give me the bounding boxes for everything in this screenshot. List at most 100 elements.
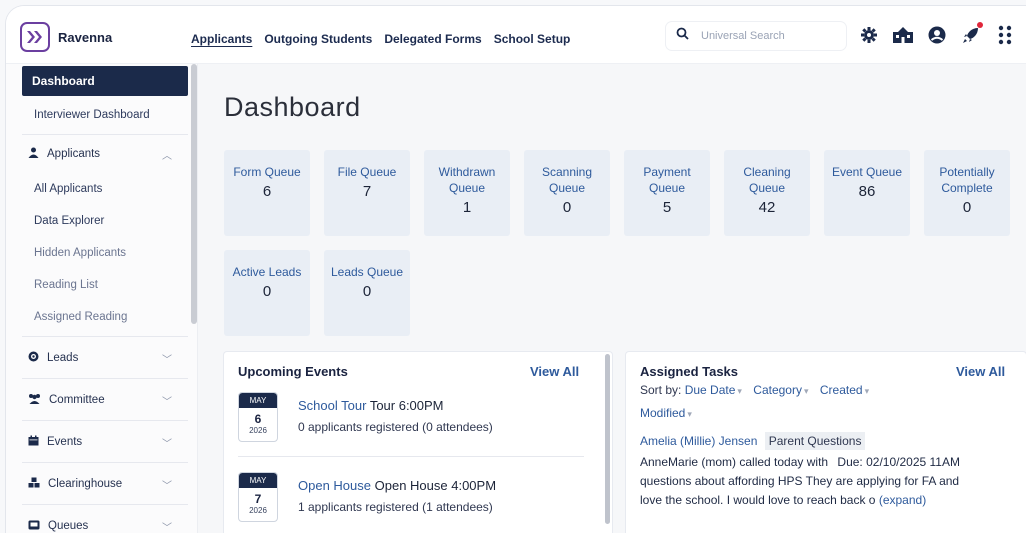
school-icon[interactable] xyxy=(892,24,914,46)
events-scrollbar[interactable] xyxy=(605,354,610,524)
sort-label: Sort by: xyxy=(640,383,682,397)
caret-down-icon: ▾ xyxy=(803,386,809,396)
sidebar: Dashboard Interviewer Dashboard Applican… xyxy=(6,64,198,533)
user-circle-icon[interactable] xyxy=(926,24,948,46)
nav-school-setup[interactable]: School Setup xyxy=(494,32,571,46)
chevron-down-icon: ﹀ xyxy=(162,354,172,366)
apps-grid-icon[interactable] xyxy=(994,24,1016,46)
event-registered: 1 applicants registered (1 attendees) xyxy=(298,500,493,514)
queue-count: 5 xyxy=(662,199,672,216)
queue-label: Event Queue xyxy=(831,165,903,179)
sidebar-item-data-explorer[interactable]: Data Explorer xyxy=(22,212,188,230)
events-view-all-link[interactable]: View All xyxy=(530,364,579,379)
sidebar-divider xyxy=(22,504,188,505)
task-body: AnneMarie (mom) called today with Due: 0… xyxy=(640,453,1012,510)
brand[interactable]: Ravenna xyxy=(20,22,112,52)
gear-icon[interactable] xyxy=(858,24,880,46)
sidebar-divider xyxy=(22,378,188,379)
queue-card-file[interactable]: File Queue 7 xyxy=(324,150,410,236)
nav-delegated-forms[interactable]: Delegated Forms xyxy=(384,32,481,46)
sidebar-group-label: Committee xyxy=(49,394,105,406)
queue-label: Scanning Queue xyxy=(541,165,593,195)
notification-dot xyxy=(977,22,983,28)
sidebar-item-hidden-applicants[interactable]: Hidden Applicants xyxy=(22,244,188,262)
toolbar-icons xyxy=(858,22,1016,46)
queue-label: Leads Queue xyxy=(330,265,404,279)
calendar-icon xyxy=(28,435,39,449)
sidebar-group-leads[interactable]: Leads ﹀ xyxy=(22,348,188,368)
sidebar-item-reading-list[interactable]: Reading List xyxy=(22,276,188,294)
sidebar-group-label: Events xyxy=(47,436,83,448)
tasks-view-all-link[interactable]: View All xyxy=(956,364,1005,379)
chevron-down-icon: ﹀ xyxy=(162,396,172,408)
sidebar-item-assigned-reading[interactable]: Assigned Reading xyxy=(22,308,188,326)
event-date-badge: MAY 7 2026 xyxy=(238,472,278,522)
queue-label: Payment Queue xyxy=(643,165,691,195)
queue-card-event[interactable]: Event Queue 86 xyxy=(824,150,910,236)
queue-card-active-leads[interactable]: Active Leads 0 xyxy=(224,250,310,336)
brand-name: Ravenna xyxy=(58,29,113,45)
sidebar-scrollbar[interactable] xyxy=(191,64,197,324)
sidebar-group-queues[interactable]: Queues ﹀ xyxy=(22,516,188,533)
task-category-tag: Parent Questions xyxy=(764,432,866,450)
sort-due-date[interactable]: Due Date xyxy=(685,383,736,397)
universal-search[interactable] xyxy=(666,22,846,50)
event-name-link[interactable]: School Tour xyxy=(298,398,366,413)
inbox-icon xyxy=(28,520,40,533)
queue-card-payment[interactable]: Payment Queue 5 xyxy=(624,150,710,236)
panel-title: Upcoming Events xyxy=(238,364,348,379)
task-line-2: questions about affording HPS They are a… xyxy=(640,474,960,488)
sidebar-item-dashboard[interactable]: Dashboard xyxy=(22,66,188,96)
assigned-tasks-panel: Assigned Tasks View All Sort by: Due Dat… xyxy=(626,352,1026,533)
search-input[interactable] xyxy=(701,30,821,42)
sort-controls-row-2: Modified ▾ xyxy=(640,406,700,420)
rocket-icon[interactable] xyxy=(960,22,983,46)
queue-label: Active Leads xyxy=(232,265,302,279)
queue-count: 86 xyxy=(858,183,876,200)
app-window: Ravenna Applicants Outgoing Students Del… xyxy=(6,6,1026,533)
sidebar-group-committee[interactable]: Committee ﹀ xyxy=(22,390,188,410)
queue-label: File Queue xyxy=(337,165,397,179)
sidebar-item-interviewer-dashboard[interactable]: Interviewer Dashboard xyxy=(22,106,188,124)
sidebar-group-events[interactable]: Events ﹀ xyxy=(22,432,188,452)
task-line-1: AnneMarie (mom) called today with Due: 0… xyxy=(640,453,1012,472)
queue-card-withdrawn[interactable]: Withdrawn Queue 1 xyxy=(424,150,510,236)
nav-outgoing-students[interactable]: Outgoing Students xyxy=(264,32,372,46)
chevron-down-icon: ﹀ xyxy=(162,480,172,492)
queue-label: Form Queue xyxy=(233,165,301,179)
cubes-icon xyxy=(28,477,40,491)
event-name-link[interactable]: Open House xyxy=(298,478,371,493)
chevron-up-icon: ︿ xyxy=(162,150,172,162)
sidebar-group-label: Leads xyxy=(47,352,79,364)
queue-card-form[interactable]: Form Queue 6 xyxy=(224,150,310,236)
queue-count: 0 xyxy=(562,199,572,216)
event-year: 2026 xyxy=(249,426,267,435)
queue-card-leads[interactable]: Leads Queue 0 xyxy=(324,250,410,336)
sort-modified[interactable]: Modified xyxy=(640,406,685,420)
sidebar-group-applicants[interactable]: Applicants ︿ xyxy=(22,144,188,164)
sort-category[interactable]: Category xyxy=(753,383,802,397)
caret-down-icon: ▾ xyxy=(687,409,692,419)
sidebar-divider xyxy=(22,336,188,337)
queue-label: Cleaning Queue xyxy=(743,165,791,195)
upcoming-events-panel: Upcoming Events View All MAY 6 2026 Scho… xyxy=(224,352,612,533)
task-expand-link[interactable]: (expand) xyxy=(879,493,926,507)
queue-card-scanning[interactable]: Scanning Queue 0 xyxy=(524,150,610,236)
sidebar-item-all-applicants[interactable]: All Applicants xyxy=(22,180,188,198)
event-registered: 0 applicants registered (0 attendees) xyxy=(298,420,493,434)
sort-created[interactable]: Created xyxy=(820,383,863,397)
users-icon xyxy=(28,393,41,407)
task-applicant-link[interactable]: Amelia (Millie) Jensen xyxy=(640,434,757,448)
queue-count: 42 xyxy=(758,199,776,216)
main-nav: Applicants Outgoing Students Delegated F… xyxy=(191,32,570,46)
queue-count: 0 xyxy=(362,283,372,300)
chevron-down-icon: ﹀ xyxy=(162,438,172,450)
queue-card-cleaning[interactable]: Cleaning Queue 42 xyxy=(724,150,810,236)
event-detail: Open House 4:00PM xyxy=(374,478,497,493)
queue-card-potentially-complete[interactable]: Potentially Complete 0 xyxy=(924,150,1010,236)
queue-count: 6 xyxy=(262,183,272,200)
nav-applicants[interactable]: Applicants xyxy=(191,32,252,46)
task-due-date: Due: 02/10/2025 11AM xyxy=(837,455,960,469)
main-content: Dashboard Form Queue 6 File Queue 7 With… xyxy=(198,64,1026,533)
sidebar-group-clearinghouse[interactable]: Clearinghouse ﹀ xyxy=(22,474,188,494)
